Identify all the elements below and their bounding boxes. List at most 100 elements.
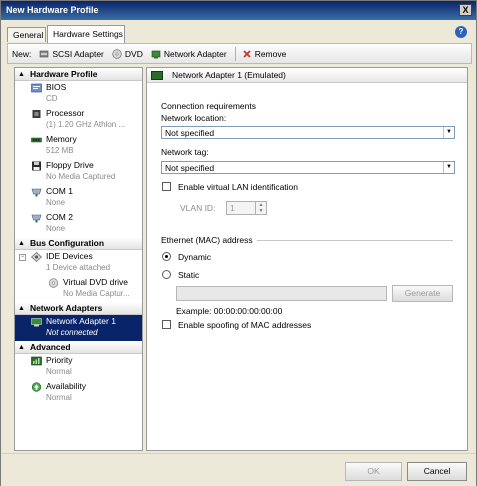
priority-icon bbox=[31, 356, 42, 366]
remove-button[interactable]: Remove bbox=[242, 49, 286, 59]
network-adapter-icon bbox=[151, 70, 163, 80]
mac-address-input[interactable] bbox=[176, 286, 387, 301]
network-adapter-detail-pane: Network Adapter 1 (Emulated) Connection … bbox=[146, 67, 468, 451]
tree-item-label: COM 2 bbox=[46, 212, 73, 222]
network-tag-label: Network tag: bbox=[161, 147, 209, 157]
tree-item-network-adapter-1[interactable]: Network Adapter 1 Not connected bbox=[15, 315, 142, 341]
vlan-id-value: 1 bbox=[230, 203, 235, 213]
add-dvd-button[interactable]: DVD bbox=[112, 49, 143, 59]
mac-dynamic-label: Dynamic bbox=[178, 252, 212, 262]
tree-item-memory[interactable]: Memory 512 MB bbox=[15, 133, 142, 159]
window-title: New Hardware Profile bbox=[6, 5, 99, 15]
section-bus-configuration[interactable]: ▲ Bus Configuration bbox=[15, 237, 142, 250]
tree-item-ide-devices[interactable]: − IDE Devices 1 Device attached bbox=[15, 250, 142, 276]
tree-item-com2[interactable]: COM 2 None bbox=[15, 211, 142, 237]
mac-address-heading: Ethernet (MAC) address bbox=[161, 235, 253, 245]
detail-header-title: Network Adapter 1 (Emulated) bbox=[172, 70, 286, 80]
tree-item-label: Virtual DVD drive bbox=[63, 277, 129, 287]
vlan-id-label: VLAN ID: bbox=[180, 203, 216, 213]
enable-vlan-label: Enable virtual LAN identification bbox=[178, 182, 299, 192]
cancel-button[interactable]: Cancel bbox=[407, 462, 467, 481]
ok-button[interactable]: OK bbox=[345, 462, 402, 481]
network-adapter-icon bbox=[31, 317, 42, 327]
com-port-icon bbox=[31, 187, 42, 197]
processor-icon bbox=[31, 109, 42, 119]
vlan-id-spinner[interactable]: 1 ▲ ▼ bbox=[226, 201, 267, 215]
dvd-icon bbox=[112, 48, 122, 59]
section-hardware-profile[interactable]: ▲ Hardware Profile bbox=[15, 68, 142, 81]
network-adapter-label: Network Adapter bbox=[163, 48, 227, 59]
tree-item-value: Normal bbox=[46, 367, 72, 376]
memory-icon bbox=[31, 135, 42, 145]
tree-item-label: IDE Devices bbox=[46, 251, 93, 261]
mac-dynamic-radio[interactable] bbox=[162, 252, 171, 261]
toolbar-separator bbox=[234, 46, 236, 61]
add-network-adapter-button[interactable]: Network Adapter bbox=[151, 49, 227, 59]
collapse-chevron-icon[interactable]: ▲ bbox=[18, 71, 25, 78]
section-divider bbox=[257, 240, 453, 241]
enable-mac-spoofing-checkbox[interactable] bbox=[162, 320, 171, 329]
scsi-adapter-icon bbox=[39, 49, 49, 59]
tree-item-value: Not connected bbox=[46, 328, 98, 337]
generate-button[interactable]: Generate bbox=[392, 285, 453, 302]
tree-item-priority[interactable]: Priority Normal bbox=[15, 354, 142, 380]
collapse-chevron-icon[interactable]: ▲ bbox=[18, 344, 25, 351]
section-bus-configuration-label: Bus Configuration bbox=[29, 238, 105, 248]
toolbar: New: SCSI Adapter DVD Network Adapter Re… bbox=[7, 43, 472, 64]
tab-hardware-settings[interactable]: Hardware Settings bbox=[47, 25, 125, 43]
connection-requirements-heading: Connection requirements bbox=[161, 101, 256, 111]
com-port-icon bbox=[31, 213, 42, 223]
tree-item-value: None bbox=[46, 198, 66, 207]
new-label-text: New: bbox=[12, 48, 32, 59]
collapse-chevron-icon[interactable]: ▲ bbox=[18, 305, 25, 312]
tree-item-value: None bbox=[46, 224, 66, 233]
close-button[interactable]: X bbox=[459, 4, 472, 16]
tree-item-label: Availability bbox=[46, 381, 87, 391]
tree-item-com1[interactable]: COM 1 None bbox=[15, 185, 142, 211]
network-adapter-icon bbox=[151, 49, 161, 59]
tree-item-label: Network Adapter 1 bbox=[46, 316, 116, 326]
tree-item-value: CD bbox=[46, 94, 58, 103]
remove-icon bbox=[242, 49, 252, 59]
floppy-icon bbox=[31, 161, 42, 171]
tree-item-availability[interactable]: Availability Normal bbox=[15, 380, 142, 406]
tree-item-label: Processor bbox=[46, 108, 85, 118]
title-bar: New Hardware Profile X bbox=[1, 1, 476, 20]
section-network-adapters-label: Network Adapters bbox=[29, 303, 103, 313]
tree-item-label: Floppy Drive bbox=[46, 160, 94, 170]
tree-item-label: Priority bbox=[46, 355, 73, 365]
scsi-adapter-label: SCSI Adapter bbox=[52, 48, 104, 59]
mac-static-radio[interactable] bbox=[162, 270, 171, 279]
network-location-select[interactable]: Not specified ▼ bbox=[161, 126, 455, 139]
tree-item-virtual-dvd-drive[interactable]: Virtual DVD drive No Media Captur... bbox=[15, 276, 142, 302]
dvd-label: DVD bbox=[124, 48, 143, 59]
help-icon[interactable]: ? bbox=[455, 26, 467, 38]
tree-expander-icon[interactable]: − bbox=[19, 254, 26, 261]
network-location-value: Not specified bbox=[165, 128, 215, 138]
mac-static-label: Static bbox=[178, 270, 200, 280]
hardware-tree-pane: ▲ Hardware Profile BIOS CD Processor (1)… bbox=[14, 67, 143, 451]
tree-item-floppy-drive[interactable]: Floppy Drive No Media Captured bbox=[15, 159, 142, 185]
network-tag-select[interactable]: Not specified ▼ bbox=[161, 161, 455, 174]
chevron-down-icon[interactable]: ▼ bbox=[443, 162, 454, 173]
section-network-adapters[interactable]: ▲ Network Adapters bbox=[15, 302, 142, 315]
enable-vlan-checkbox[interactable] bbox=[162, 182, 171, 191]
bios-icon bbox=[31, 83, 42, 93]
spinner-arrows-icon[interactable]: ▲ ▼ bbox=[255, 202, 266, 214]
mac-example-text: Example: 00:00:00:00:00:00 bbox=[176, 306, 283, 316]
tree-item-bios[interactable]: BIOS CD bbox=[15, 81, 142, 107]
tree-item-value: No Media Captured bbox=[46, 172, 116, 181]
tree-item-value: (1) 1.20 GHz Athlon ... bbox=[46, 120, 126, 129]
tree-item-label: COM 1 bbox=[46, 186, 73, 196]
tab-general[interactable]: General bbox=[7, 27, 46, 42]
tree-item-value: 512 MB bbox=[46, 146, 74, 155]
collapse-chevron-icon[interactable]: ▲ bbox=[18, 240, 25, 247]
chevron-down-icon[interactable]: ▼ bbox=[443, 127, 454, 138]
section-advanced[interactable]: ▲ Advanced bbox=[15, 341, 142, 354]
add-scsi-adapter-button[interactable]: SCSI Adapter bbox=[39, 49, 104, 59]
tree-item-label: Memory bbox=[46, 134, 77, 144]
enable-mac-spoofing-label: Enable spoofing of MAC addresses bbox=[178, 320, 312, 330]
tree-item-processor[interactable]: Processor (1) 1.20 GHz Athlon ... bbox=[15, 107, 142, 133]
network-location-label: Network location: bbox=[161, 113, 227, 123]
new-hardware-profile-dialog: New Hardware Profile X General Hardware … bbox=[0, 0, 477, 486]
